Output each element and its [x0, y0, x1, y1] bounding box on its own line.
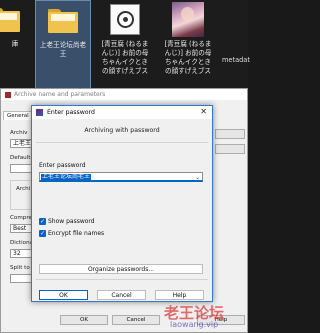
file-explorer-strip: 庫 上老王论坛尚老 王 [青豆腐 (ねるま んじ)] お前の母 ちゃんイクとき …: [0, 0, 250, 98]
tab-general[interactable]: General: [3, 111, 33, 120]
enter-password-dialog: Enter password ✕ Archiving with password…: [31, 105, 213, 302]
explorer-item-caption: [青豆腐 (ねるま んじ)] お前の母 ちゃんイクとき の顔すげえブス: [101, 40, 149, 75]
compression-label: Compre: [10, 215, 32, 221]
image-thumbnail: [172, 2, 204, 37]
profiles-button[interactable]: [215, 144, 245, 154]
winrar-app-icon: [5, 91, 11, 98]
explorer-item-caption: 庫: [11, 40, 19, 48]
watermark-url: laowang.vip: [170, 320, 219, 329]
explorer-item-caption: [青豆腐 (ねるま んじ)] お前の母 ちゃんイクとき の顔すげえブス: [164, 40, 212, 75]
explorer-item[interactable]: 庫: [0, 0, 30, 98]
dialog-titlebar: Archive name and parameters: [1, 89, 247, 100]
show-password-label: Show password: [48, 218, 95, 225]
encrypt-file-names-checkbox[interactable]: ✓ Encrypt file names: [39, 230, 104, 237]
dialog-title: Enter password: [47, 109, 95, 116]
dialog-heading: Archiving with password: [84, 127, 160, 134]
enter-password-label: Enter password: [39, 162, 86, 169]
show-password-checkbox[interactable]: ✓ Show password: [39, 218, 95, 225]
archive-format-label: Archi: [16, 186, 31, 192]
winrar-app-icon: [36, 109, 43, 116]
checkbox-checked-icon: ✓: [39, 230, 46, 237]
archive-name-label: Archiv: [10, 130, 28, 136]
browse-button[interactable]: [215, 129, 245, 139]
archive-file-icon: [110, 4, 140, 35]
ok-button[interactable]: OK: [39, 290, 88, 300]
explorer-item-caption[interactable]: metadat: [222, 56, 250, 64]
cancel-button[interactable]: Cancel: [97, 290, 146, 300]
password-input-value: 上老王论坛尚老王: [41, 173, 92, 180]
encrypt-file-names-label: Encrypt file names: [48, 230, 105, 237]
cancel-button[interactable]: Cancel: [112, 315, 160, 325]
chevron-down-icon[interactable]: ⌄: [195, 174, 200, 181]
tab-strip: General: [3, 111, 33, 120]
close-icon[interactable]: ✕: [200, 107, 207, 116]
dictionary-size-label: Dictiona: [10, 240, 34, 246]
password-input[interactable]: 上老王论坛尚老王 ⌄: [39, 172, 203, 182]
divider: [36, 142, 208, 143]
ok-button[interactable]: OK: [60, 315, 108, 325]
dialog-titlebar: Enter password: [32, 106, 212, 119]
explorer-item[interactable]: [青豆腐 (ねるま んじ)] お前の母 ちゃんイクとき の顔すげえブス: [160, 0, 216, 98]
checkbox-checked-icon: ✓: [39, 218, 46, 225]
explorer-item-caption: 上老王论坛尚老 王: [39, 41, 87, 58]
organize-passwords-button[interactable]: Organize passwords...: [39, 264, 203, 274]
folder-icon: [0, 8, 20, 32]
explorer-item[interactable]: [青豆腐 (ねるま んじ)] お前の母 ちゃんイクとき の顔すげえブス: [96, 0, 154, 98]
split-volumes-label: Split to: [10, 265, 30, 271]
dialog-title: Archive name and parameters: [14, 91, 106, 98]
divider: [36, 279, 208, 280]
help-button[interactable]: Help: [155, 290, 204, 300]
folder-icon: [48, 9, 78, 33]
explorer-item-selected-folder[interactable]: 上老王论坛尚老 王: [35, 0, 91, 98]
default-profile-label: Default: [10, 155, 31, 161]
